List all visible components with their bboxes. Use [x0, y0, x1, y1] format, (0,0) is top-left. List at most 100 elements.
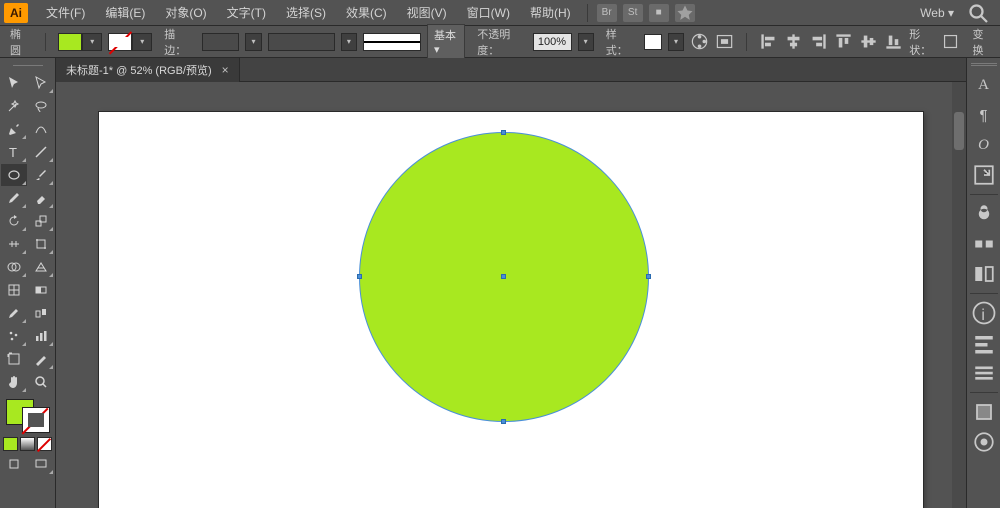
hand-tool[interactable]: [1, 371, 27, 393]
arrange-icon[interactable]: ■: [649, 4, 669, 22]
libraries-panel-icon[interactable]: [970, 261, 998, 287]
stroke-style-label[interactable]: 基本 ▾: [427, 24, 465, 59]
search-icon[interactable]: [966, 2, 990, 24]
symbols-panel-icon[interactable]: [970, 201, 998, 227]
anchor-handle[interactable]: [501, 130, 506, 135]
type-tool[interactable]: T: [1, 141, 27, 163]
graphic-style-swatch[interactable]: [644, 34, 662, 50]
panel-grip[interactable]: [971, 60, 997, 68]
transform-label[interactable]: 变换: [967, 24, 996, 60]
fill-stroke-control[interactable]: [4, 397, 52, 435]
brush-definition-dd[interactable]: [268, 33, 335, 51]
width-tool[interactable]: [1, 233, 27, 255]
rotate-tool[interactable]: [1, 210, 27, 232]
stroke-weight-dd[interactable]: ▾: [245, 33, 261, 51]
zoom-tool[interactable]: [28, 371, 54, 393]
ellipse-shape[interactable]: [359, 132, 649, 422]
column-graph-tool[interactable]: [28, 325, 54, 347]
menu-window[interactable]: 窗口(W): [457, 0, 520, 25]
gradient-mode-icon[interactable]: [20, 437, 35, 451]
perspective-tool[interactable]: [28, 256, 54, 278]
actions-panel-icon[interactable]: [970, 429, 998, 455]
export-panel-icon[interactable]: [970, 162, 998, 188]
scale-tool[interactable]: [28, 210, 54, 232]
color-mode-icon[interactable]: [3, 437, 18, 451]
divider: [746, 33, 747, 51]
direct-selection-tool[interactable]: [28, 72, 54, 94]
align-left-icon[interactable]: [759, 31, 778, 53]
recolor-icon[interactable]: [690, 31, 709, 53]
canvas[interactable]: [56, 82, 966, 508]
paintbrush-tool[interactable]: [28, 164, 54, 186]
menu-effect[interactable]: 效果(C): [336, 0, 397, 25]
screen-mode-icon[interactable]: [28, 453, 54, 475]
align-right-icon[interactable]: [809, 31, 828, 53]
draw-mode-icon[interactable]: [1, 453, 27, 475]
pencil-tool[interactable]: [1, 187, 27, 209]
opacity-input[interactable]: 100%: [533, 33, 572, 51]
gpu-icon[interactable]: [675, 4, 695, 22]
ellipse-tool[interactable]: [1, 164, 27, 186]
stroke-weight-input[interactable]: [202, 33, 239, 51]
menu-view[interactable]: 视图(V): [397, 0, 457, 25]
anchor-handle[interactable]: [501, 419, 506, 424]
shape-builder-tool[interactable]: [1, 256, 27, 278]
selection-tool[interactable]: [1, 72, 27, 94]
panel-grip[interactable]: [5, 60, 51, 70]
magic-wand-tool[interactable]: [1, 95, 27, 117]
style-dd[interactable]: ▾: [668, 33, 684, 51]
opacity-dd[interactable]: ▾: [578, 33, 594, 51]
align-to-icon[interactable]: [715, 31, 734, 53]
brush-definition-arrow[interactable]: ▾: [341, 33, 357, 51]
blend-tool[interactable]: [28, 302, 54, 324]
align-hcenter-icon[interactable]: [784, 31, 803, 53]
brushes-panel-icon[interactable]: [970, 231, 998, 257]
mesh-tool[interactable]: [1, 279, 27, 301]
menu-edit[interactable]: 编辑(E): [95, 0, 155, 25]
fill-swatch[interactable]: ▾: [58, 33, 102, 51]
free-transform-tool[interactable]: [28, 233, 54, 255]
menu-file[interactable]: 文件(F): [36, 0, 95, 25]
anchor-handle[interactable]: [646, 274, 651, 279]
stock-icon[interactable]: St: [623, 4, 643, 22]
align-vcenter-icon[interactable]: [859, 31, 878, 53]
line-tool[interactable]: [28, 141, 54, 163]
character-panel-icon[interactable]: A: [970, 72, 998, 98]
lasso-tool[interactable]: [28, 95, 54, 117]
menu-object[interactable]: 对象(O): [155, 0, 216, 25]
stroke-profile[interactable]: [363, 33, 421, 51]
align-top-icon[interactable]: [834, 31, 853, 53]
artboard[interactable]: [99, 112, 923, 508]
menu-help[interactable]: 帮助(H): [520, 0, 581, 25]
artboard-tool[interactable]: [1, 348, 27, 370]
symbol-sprayer-tool[interactable]: [1, 325, 27, 347]
bridge-icon[interactable]: Br: [597, 4, 617, 22]
svg-text:T: T: [9, 145, 17, 160]
align-bottom-icon[interactable]: [884, 31, 903, 53]
anchor-handle[interactable]: [357, 274, 362, 279]
pen-tool[interactable]: [1, 118, 27, 140]
document-tab[interactable]: 未标题-1* @ 52% (RGB/预览) ×: [56, 58, 240, 82]
menu-panel-icon[interactable]: [970, 360, 998, 386]
info-panel-icon[interactable]: i: [970, 300, 998, 326]
vertical-scrollbar[interactable]: [952, 82, 966, 508]
slice-tool[interactable]: [28, 348, 54, 370]
none-mode-icon[interactable]: [37, 437, 52, 451]
align-panel-icon[interactable]: [970, 330, 998, 356]
workspace-switcher[interactable]: Web ▾: [914, 4, 960, 22]
gradient-tool[interactable]: [28, 279, 54, 301]
scrollbar-thumb[interactable]: [954, 112, 964, 150]
menu-select[interactable]: 选择(S): [276, 0, 336, 25]
menu-type[interactable]: 文字(T): [217, 0, 276, 25]
swatches-panel-icon[interactable]: [970, 399, 998, 425]
center-handle[interactable]: [501, 274, 506, 279]
close-icon[interactable]: ×: [222, 63, 229, 77]
stroke-swatch[interactable]: ▾: [108, 33, 152, 51]
paragraph-panel-icon[interactable]: ¶: [970, 102, 998, 128]
eraser-tool[interactable]: [28, 187, 54, 209]
isolate-icon[interactable]: [941, 31, 960, 53]
panel-divider: [970, 194, 998, 195]
eyedropper-tool[interactable]: [1, 302, 27, 324]
curvature-tool[interactable]: [28, 118, 54, 140]
opentype-panel-icon[interactable]: O: [970, 132, 998, 158]
